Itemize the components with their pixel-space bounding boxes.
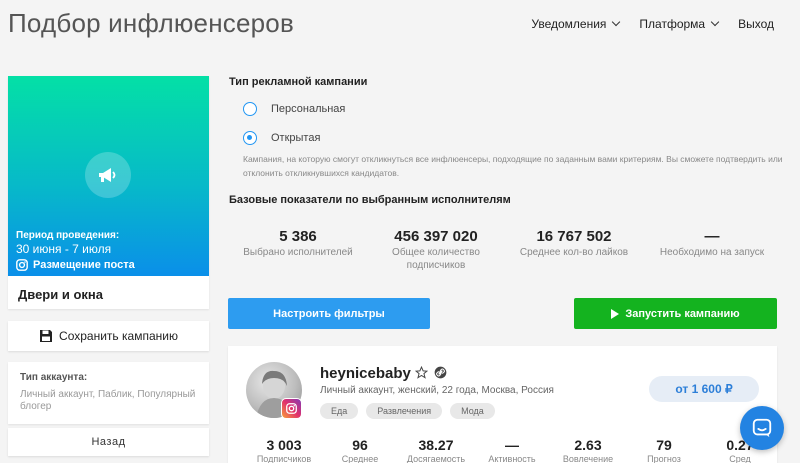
stat-value: 5 386 [279,228,317,245]
instagram-icon [16,259,28,271]
stat-selected: 5 386 Выбрано исполнителей [229,228,367,272]
nav-logout-label: Выход [738,17,774,31]
stat-needed: — Необходимо на запуск [643,228,781,272]
influencer-description: Личный аккаунт, женский, 22 года, Москва… [320,385,554,396]
inf-stat-label: Сред [729,454,751,463]
inf-stat: 38.27 Досягаемость [398,437,474,463]
nav-logout[interactable]: Выход [738,17,774,31]
influencer-actions [415,366,447,379]
radio-personal-control[interactable] [243,102,257,116]
inf-stat-label: Досягаемость [406,454,466,463]
account-type-card: Тип аккаунта: Личный аккаунт, Паблик, По… [8,362,209,424]
save-campaign-button[interactable]: Сохранить кампанию [8,321,209,351]
tag: Мода [450,403,495,419]
inf-stat: 96 Среднее [322,437,398,463]
header: Подбор инфлюенсеров Уведомления Платформ… [0,0,800,48]
inf-stat-value: 38.27 [418,437,454,453]
stat-value: 456 397 020 [394,228,478,245]
save-campaign-label: Сохранить кампанию [59,329,178,343]
account-type-value: Личный аккаунт, Паблик, Популярный блоге… [20,389,196,412]
configure-filters-button[interactable]: Настроить фильтры [228,298,430,329]
inf-stat: 2.63 Вовлечение [550,437,626,463]
nav-platform[interactable]: Платформа [639,17,720,31]
launch-campaign-label: Запустить кампанию [625,307,740,320]
save-icon [40,330,53,342]
period-dates: 30 июня - 7 июля [16,242,112,256]
campaign-banner: Период проведения: 30 июня - 7 июля Разм… [8,76,209,276]
placement-label: Размещение поста [33,259,135,271]
chat-widget-button[interactable] [740,406,784,450]
account-type-title: Тип аккаунта: [20,372,88,383]
stat-value: — [704,228,720,245]
tag: Развлечения [366,403,443,419]
stat-label: Необходимо на запуск [659,247,765,258]
megaphone-icon [85,152,131,198]
inf-stat-label: Подписчиков [256,454,312,463]
inf-stat-value: 2.63 [574,437,602,453]
star-icon[interactable] [415,366,428,379]
radio-open-control[interactable] [243,131,257,145]
radio-personal-label: Персональная [271,103,346,115]
inf-stat-value: — [505,437,519,453]
inf-stat-value: 3 003 [266,437,302,453]
chevron-down-icon [710,17,720,27]
inf-stat: — Активность [474,437,550,463]
link-icon[interactable] [434,366,447,379]
stat-value: 16 767 502 [536,228,612,245]
nav-platform-label: Платформа [639,17,706,31]
campaign-type-title: Тип рекламной кампании [229,76,368,88]
chevron-down-icon [612,17,621,27]
nav-notifications[interactable]: Уведомления [531,17,621,31]
inf-stat-label: Вовлечение [562,454,614,463]
instagram-icon [281,398,302,419]
nav-notifications-label: Уведомления [531,17,607,31]
campaign-type-hint: Кампания, на которую смогут откликнуться… [243,154,783,178]
inf-stat-value: 79 [656,437,672,453]
inf-stat-label: Среднее [341,454,379,463]
price-badge[interactable]: от 1 600 ₽ [649,376,759,402]
inf-stat-value: 96 [352,437,368,453]
influencer-tags: Еда Развлечения Мода [320,403,495,419]
stat-likes: 16 767 502 Среднее кол-во лайков [505,228,643,272]
stat-label: Среднее кол-во лайков [519,247,629,258]
influencer-card[interactable]: heynicebaby Личный аккаунт, женский, 22 … [228,346,777,463]
launch-campaign-button[interactable]: Запустить кампанию [574,298,777,329]
influencer-stats: 3 003 Подписчиков 96 Среднее 38.27 Досяг… [246,437,778,463]
play-icon [611,308,620,319]
radio-open[interactable]: Открытая [243,131,320,145]
radio-open-label: Открытая [271,132,321,144]
page-title: Подбор инфлюенсеров [8,8,294,38]
back-button[interactable]: Назад [8,428,209,456]
base-stats: 5 386 Выбрано исполнителей 456 397 020 О… [229,228,789,272]
campaign-card: Период проведения: 30 июня - 7 июля Разм… [8,76,209,309]
inf-stat: 79 Прогноз [626,437,702,463]
base-stats-title: Базовые показатели по выбранным исполнит… [229,194,511,206]
stat-label: Выбрано исполнителей [243,247,353,258]
top-nav: Уведомления Платформа Выход [531,17,774,31]
campaign-name: Двери и окна [18,287,103,302]
radio-personal[interactable]: Персональная [243,102,345,116]
influencer-name[interactable]: heynicebaby [320,365,411,382]
inf-stat: 3 003 Подписчиков [246,437,322,463]
period-label: Период проведения: [16,230,120,241]
stat-followers: 456 397 020 Общее количество подписчиков [367,228,505,272]
tag: Еда [320,403,359,419]
placement-type: Размещение поста [16,259,135,271]
inf-stat-label: Прогноз [647,454,681,463]
inf-stat-label: Активность [488,454,536,463]
chat-icon [752,418,772,438]
stat-label: Общее количество подписчиков [392,247,480,271]
